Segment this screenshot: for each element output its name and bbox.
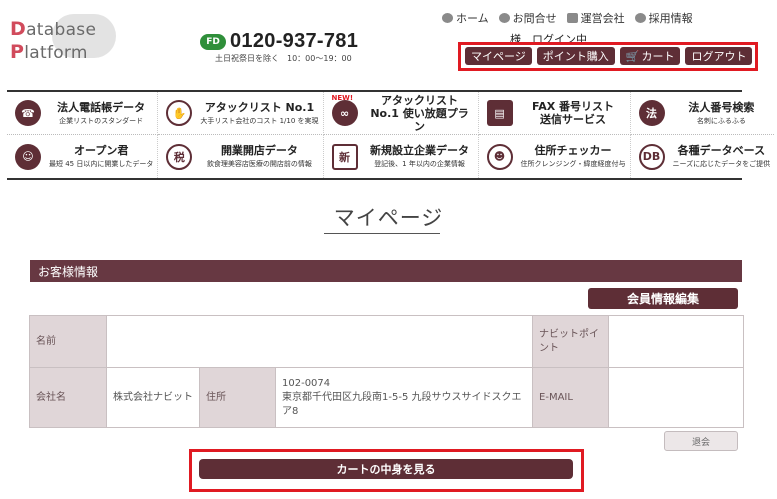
customer-info-header: お客様情報 — [30, 260, 742, 282]
table-row: 名前 ナビットポイント — [29, 315, 745, 368]
top-nav: ホーム お問合せ 運営会社 採用情報 — [442, 10, 703, 26]
nav-home[interactable]: ホーム — [442, 10, 489, 26]
home-icon — [442, 13, 453, 23]
fax-icon: ▤ — [486, 100, 513, 126]
view-cart-button[interactable]: カートの中身を見る — [199, 459, 573, 479]
logo-word-2: latform — [24, 43, 88, 63]
address-text: 東京都千代田区九段南1-5-5 九段サウスサイドスクエア8 — [282, 391, 522, 417]
service-new-company[interactable]: 新 新規設立企業データ 登記後、1 年以内の企業情報 — [324, 135, 479, 178]
database-icon: DB — [638, 143, 665, 170]
service-fax[interactable]: ▤ FAX 番号リスト 送信サービス — [478, 92, 631, 135]
logo-cap-d: D — [10, 18, 27, 40]
infinity-icon: ∞ — [331, 100, 358, 126]
mypage-button[interactable]: マイページ — [465, 47, 532, 65]
person-icon — [634, 13, 646, 23]
service-menu: ☎ 法人電話帳データ 企業リストのスタンダード ✋ アタックリスト No.1 大手リ… — [7, 90, 775, 180]
nav-contact[interactable]: お問合せ — [498, 10, 557, 26]
withdraw-button[interactable]: 退会 — [664, 431, 738, 451]
nav-company[interactable]: 運営会社 — [566, 10, 625, 26]
cart-button[interactable]: 🛒 カート — [619, 47, 681, 65]
service-corp-number[interactable]: 法 法人番号検索 名刺にふるふる — [630, 92, 775, 135]
points-value — [608, 315, 745, 368]
phone-block: FD 0120-937-781 — [200, 30, 358, 53]
handshake-icon: ✋ — [166, 100, 193, 126]
service-address-checker[interactable]: ☻ 住所チェッカー 住所クレンジング・緯度経度付与 — [479, 135, 631, 178]
edit-member-info-button[interactable]: 会員情報編集 — [588, 288, 738, 309]
account-buttons-highlight: マイページ ポイント購入 🛒 カート ログアウト — [458, 42, 758, 71]
mascot-icon: ☺ — [15, 143, 41, 170]
postal-code: 102-0074 — [282, 377, 331, 389]
address-value: 102-0074 東京都千代田区九段南1-5-5 九段サウスサイドスクエア8 — [274, 367, 534, 428]
chat-icon — [498, 13, 510, 23]
nav-recruit[interactable]: 採用情報 — [634, 10, 693, 26]
phonebook-icon: ☎ — [15, 100, 41, 126]
logo-cap-p: P — [10, 41, 25, 63]
page-title: マイページ — [333, 206, 444, 230]
buy-points-button[interactable]: ポイント購入 — [536, 47, 615, 65]
freedial-icon: FD — [200, 33, 226, 50]
service-opening-data[interactable]: 税 開業開店データ 飲食理美容店医療の開店前の情報 — [158, 135, 324, 178]
name-value — [105, 315, 534, 368]
service-attack-unlimited[interactable]: NEW! ∞ アタックリスト No.1 使い放題プラン — [323, 92, 479, 135]
customer-info-table: 名前 ナビットポイント 会社名 株式会社ナビット 住所 102-0074 東京都千… — [29, 315, 745, 428]
page-title-underline — [324, 233, 440, 234]
company-value: 株式会社ナビット — [106, 367, 200, 428]
service-attack-list[interactable]: ✋ アタックリスト No.1 大手リスト会社のコスト 1/10 を実現 — [158, 92, 324, 135]
service-phonebook[interactable]: ☎ 法人電話帳データ 企業リストのスタンダード — [7, 92, 159, 135]
phone-hours: 土日祝祭日を除く 10：00～19：00 — [215, 54, 352, 63]
tax-icon: 税 — [166, 143, 193, 170]
service-databases[interactable]: DB 各種データベース ニーズに応じたデータをご提供 — [631, 135, 775, 178]
points-label: ナビットポイント — [532, 315, 610, 368]
new-badge: NEW! — [331, 94, 354, 102]
email-label: E-MAIL — [532, 367, 610, 428]
site-logo[interactable]: Database Platform — [10, 10, 120, 63]
logo-word-1: atabase — [26, 20, 97, 40]
view-cart-highlight: カートの中身を見る — [189, 449, 584, 492]
company-label: 会社名 — [29, 367, 107, 428]
name-label: 名前 — [29, 315, 107, 368]
email-value — [608, 367, 745, 428]
face-icon: ☻ — [486, 143, 513, 170]
table-row: 会社名 株式会社ナビット 住所 102-0074 東京都千代田区九段南1-5-5 … — [29, 367, 745, 428]
phone-number: 0120-937-781 — [230, 30, 359, 52]
folder-icon — [566, 13, 578, 23]
newspaper-icon: 新 — [331, 143, 358, 170]
cart-icon: 🛒 — [625, 49, 640, 63]
address-label: 住所 — [199, 367, 276, 428]
logout-button[interactable]: ログアウト — [685, 47, 753, 65]
corp-number-icon: 法 — [638, 100, 665, 126]
service-open-kun[interactable]: ☺ オープン君 最短 45 日以内に開業したデータ — [7, 135, 159, 178]
